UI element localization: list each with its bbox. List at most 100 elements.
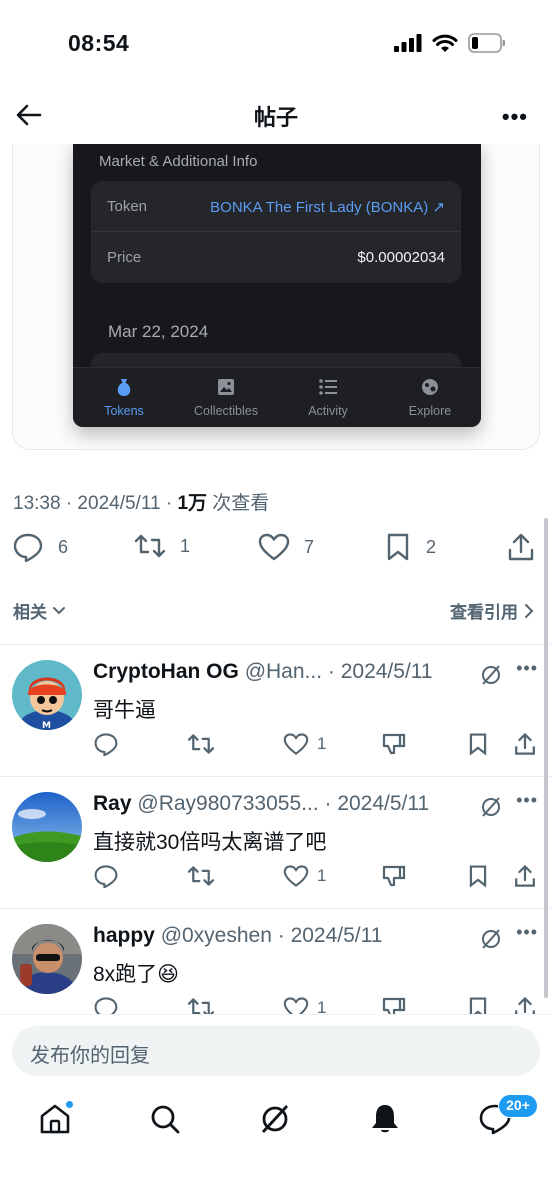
share-icon — [515, 864, 535, 887]
share-icon — [508, 533, 534, 561]
dislike-button[interactable] — [381, 732, 407, 756]
related-sort-dropdown[interactable]: 相关 — [13, 598, 67, 623]
status-icons — [394, 33, 506, 53]
reply-action-row: 1 — [93, 996, 543, 1014]
tab-grok[interactable] — [258, 1102, 292, 1136]
reply-action-row: 1 — [93, 864, 543, 892]
reply-more-button[interactable]: ••• — [516, 658, 538, 679]
reply-item[interactable]: happy @0xyeshen · 2024/5/11 ••• 8x跑了😆 1 — [0, 908, 552, 1014]
view-quotes-link[interactable]: 查看引用 — [450, 598, 534, 623]
reply-item[interactable]: Ray @Ray980733055... · 2024/5/11 ••• 直接就… — [0, 776, 552, 908]
thumbs-down-icon — [382, 733, 406, 755]
tab-search[interactable] — [148, 1102, 182, 1136]
like-count: 1 — [317, 734, 327, 753]
scrollbar[interactable] — [544, 518, 548, 998]
reply-button[interactable]: 6 — [12, 532, 68, 562]
heart-icon — [283, 997, 309, 1014]
reply-header: CryptoHan OG @Han... · 2024/5/11 — [93, 660, 433, 683]
reply-item[interactable]: M CryptoHan OG @Han... · 2024/5/11 ••• 哥… — [0, 644, 552, 776]
wifi-icon — [432, 34, 458, 52]
reply-text: 直接就30倍吗太离谱了吧 — [93, 831, 327, 854]
wallet-tab-tokens: Tokens — [73, 376, 175, 418]
wallet-tab-explore: Explore — [379, 376, 481, 418]
avatar[interactable] — [12, 924, 82, 994]
avatar[interactable] — [12, 792, 82, 862]
battery-icon — [468, 33, 505, 53]
bookmark-icon — [469, 997, 487, 1014]
reply-author-name[interactable]: CryptoHan OG — [93, 660, 239, 683]
thumbs-down-icon — [382, 997, 406, 1014]
retweet-button[interactable] — [187, 996, 215, 1014]
tweet-action-row: 6 1 7 2 — [0, 532, 552, 572]
reply-button[interactable] — [93, 732, 119, 756]
reply-more-button[interactable]: ••• — [516, 790, 538, 811]
retweet-icon — [187, 866, 215, 886]
tweet-timestamp: 13:38 · 2024/5/11 · — [13, 493, 178, 514]
retweet-count: 1 — [180, 535, 191, 556]
share-button[interactable] — [513, 732, 537, 756]
retweet-icon — [187, 734, 215, 754]
bookmark-button[interactable]: 2 — [384, 532, 436, 562]
reply-author-handle: @Ray980733055... — [137, 792, 319, 815]
reply-text: 8x跑了😆 — [93, 963, 180, 986]
landscape-avatar-image — [12, 792, 82, 862]
reply-button[interactable] — [93, 996, 119, 1014]
bookmark-button[interactable] — [467, 996, 489, 1014]
search-icon — [151, 1105, 180, 1134]
reply-author-name[interactable]: happy — [93, 924, 155, 947]
like-button[interactable]: 1 — [283, 864, 326, 888]
navigation-bar: 帖子 ••• — [0, 90, 552, 144]
svg-text:M: M — [42, 721, 51, 730]
reply-date: 2024/5/11 — [290, 924, 383, 947]
reply-bubble-icon — [94, 997, 118, 1014]
reply-action-row: 1 — [93, 732, 543, 760]
heart-icon — [283, 865, 309, 887]
reply-button[interactable] — [93, 864, 119, 888]
reply-more-button[interactable]: ••• — [516, 922, 538, 943]
heart-icon — [283, 733, 309, 755]
avatar[interactable]: M — [12, 660, 82, 730]
bell-icon — [372, 1105, 398, 1133]
bookmark-icon — [387, 533, 409, 561]
retweet-button[interactable]: 1 — [134, 532, 190, 560]
status-bar: 08:54 — [0, 0, 552, 90]
wallet-tab-collectibles: Collectibles — [175, 376, 277, 418]
bookmark-button[interactable] — [467, 864, 489, 888]
share-button[interactable] — [513, 864, 537, 888]
share-button[interactable] — [513, 996, 537, 1014]
reply-header: Ray @Ray980733055... · 2024/5/11 — [93, 792, 430, 815]
wallet-row-label: Token — [107, 198, 148, 215]
reply-bubble-icon — [13, 533, 43, 562]
like-button[interactable]: 1 — [283, 996, 326, 1014]
share-icon — [515, 996, 535, 1014]
like-button[interactable]: 1 — [283, 732, 326, 756]
grok-icon[interactable] — [480, 796, 502, 818]
bookmark-count: 2 — [426, 536, 437, 557]
share-button[interactable] — [506, 532, 536, 562]
reply-input[interactable]: 发布你的回复 — [12, 1026, 540, 1076]
like-count: 7 — [304, 536, 315, 557]
cartoon-avatar-image: M — [12, 660, 82, 730]
grok-icon[interactable] — [480, 928, 502, 950]
tweet-media-card[interactable]: Market & Additional Info Token BONKA The… — [12, 120, 540, 450]
reply-bubble-icon — [94, 865, 118, 888]
tab-messages[interactable]: 20+ — [478, 1094, 538, 1136]
retweet-button[interactable] — [187, 864, 215, 888]
reply-bubble-icon — [94, 733, 118, 756]
reply-date: 2024/5/11 — [337, 792, 430, 815]
like-button[interactable]: 7 — [258, 532, 314, 562]
tweet-meta: 13:38 · 2024/5/11 · 1万 次查看 — [13, 488, 269, 515]
wallet-info-table: Token BONKA The First Lady (BONKA) ↗ Pri… — [91, 181, 461, 283]
dislike-button[interactable] — [381, 996, 407, 1014]
bottom-tab-bar: 20+ — [0, 1084, 552, 1200]
reply-count: 6 — [58, 536, 69, 557]
bookmark-button[interactable] — [467, 732, 489, 756]
tab-home[interactable] — [38, 1100, 74, 1136]
reply-author-name[interactable]: Ray — [93, 792, 132, 815]
more-options-button[interactable]: ••• — [502, 104, 528, 130]
grok-icon[interactable] — [480, 664, 502, 686]
dislike-button[interactable] — [381, 864, 407, 888]
retweet-button[interactable] — [187, 732, 215, 756]
tab-notifications[interactable] — [368, 1102, 402, 1136]
chevron-down-icon — [53, 606, 65, 614]
